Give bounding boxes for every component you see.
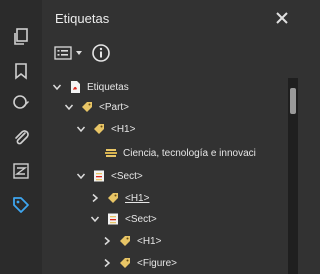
chevron-down-icon[interactable] <box>90 214 100 224</box>
tree-node-sect[interactable]: <Sect> <box>76 166 143 186</box>
info-button[interactable] <box>91 43 111 63</box>
layers-icon <box>13 163 29 179</box>
tag-icon <box>94 124 104 134</box>
tree-node-content[interactable]: Ciencia, tecnología e innovaci <box>104 143 256 163</box>
tree-node-root[interactable]: Etiquetas <box>52 77 129 97</box>
edit-sign-icon <box>13 95 29 109</box>
tree-node-h1[interactable]: <H1> <box>90 188 149 208</box>
close-button[interactable] <box>272 8 292 28</box>
bookmarks-button[interactable] <box>6 56 36 86</box>
chevron-down-icon[interactable] <box>52 82 62 92</box>
tree-label: <Figure> <box>137 257 178 269</box>
close-icon <box>276 12 288 24</box>
attachments-button[interactable] <box>6 122 36 152</box>
tag-icon <box>120 258 130 268</box>
section-tag-icon <box>94 170 104 182</box>
pdf-document-icon <box>71 81 80 93</box>
tree-label: Etiquetas <box>87 81 129 93</box>
tag-icon <box>120 236 130 246</box>
tree-label: <Part> <box>99 101 130 113</box>
tree-label: <Sect> <box>111 170 143 182</box>
tree-label: <Sect> <box>125 213 157 225</box>
list-options-icon <box>54 46 72 60</box>
tags-button[interactable] <box>6 190 36 220</box>
tree-label: <H1> <box>125 192 150 204</box>
info-icon <box>92 44 110 62</box>
copy-pages-icon <box>14 28 28 45</box>
layers-button[interactable] <box>6 156 36 186</box>
tree-node-sect[interactable]: <Sect> <box>90 209 157 229</box>
chevron-right-icon[interactable] <box>102 258 112 268</box>
chevron-right-icon[interactable] <box>90 193 100 203</box>
tree-label: <H1> <box>111 123 136 135</box>
tree-node-h1[interactable]: <H1> <box>76 119 135 139</box>
chevron-down-icon <box>76 51 82 55</box>
attachment-icon <box>15 130 29 145</box>
fill-sign-button[interactable] <box>6 88 36 118</box>
tag-icon <box>82 102 92 112</box>
tag-icon <box>108 193 118 203</box>
panel-title: Etiquetas <box>55 11 110 26</box>
scrollbar[interactable] <box>288 78 298 274</box>
panel-header: Etiquetas <box>42 0 298 38</box>
scrollbar-thumb[interactable] <box>290 88 296 114</box>
left-tool-rail <box>0 0 42 274</box>
chevron-right-icon[interactable] <box>102 236 112 246</box>
text-content-icon <box>105 149 117 157</box>
tags-tree: Etiquetas <Part> <H1> Ciencia, tecnologí… <box>42 72 286 274</box>
tree-node-part[interactable]: <Part> <box>64 97 129 117</box>
page-thumbnails-button[interactable] <box>6 22 36 52</box>
options-menu-button[interactable] <box>54 42 86 64</box>
tree-node-figure[interactable]: <Figure> <box>102 253 177 273</box>
tree-node-h1[interactable]: <H1> <box>102 231 161 251</box>
chevron-down-icon[interactable] <box>76 124 86 134</box>
chevron-down-icon[interactable] <box>64 102 74 112</box>
tree-label: Ciencia, tecnología e innovaci <box>123 147 256 159</box>
bookmark-icon <box>15 63 27 80</box>
chevron-down-icon[interactable] <box>76 171 86 181</box>
tag-icon <box>13 197 29 213</box>
tree-label: <H1> <box>137 235 162 247</box>
panel-toolbar <box>42 38 298 68</box>
tags-panel: Etiquetas Etiquetas <Part> <H1> Ciencia,… <box>42 0 298 274</box>
section-tag-icon <box>108 213 118 225</box>
